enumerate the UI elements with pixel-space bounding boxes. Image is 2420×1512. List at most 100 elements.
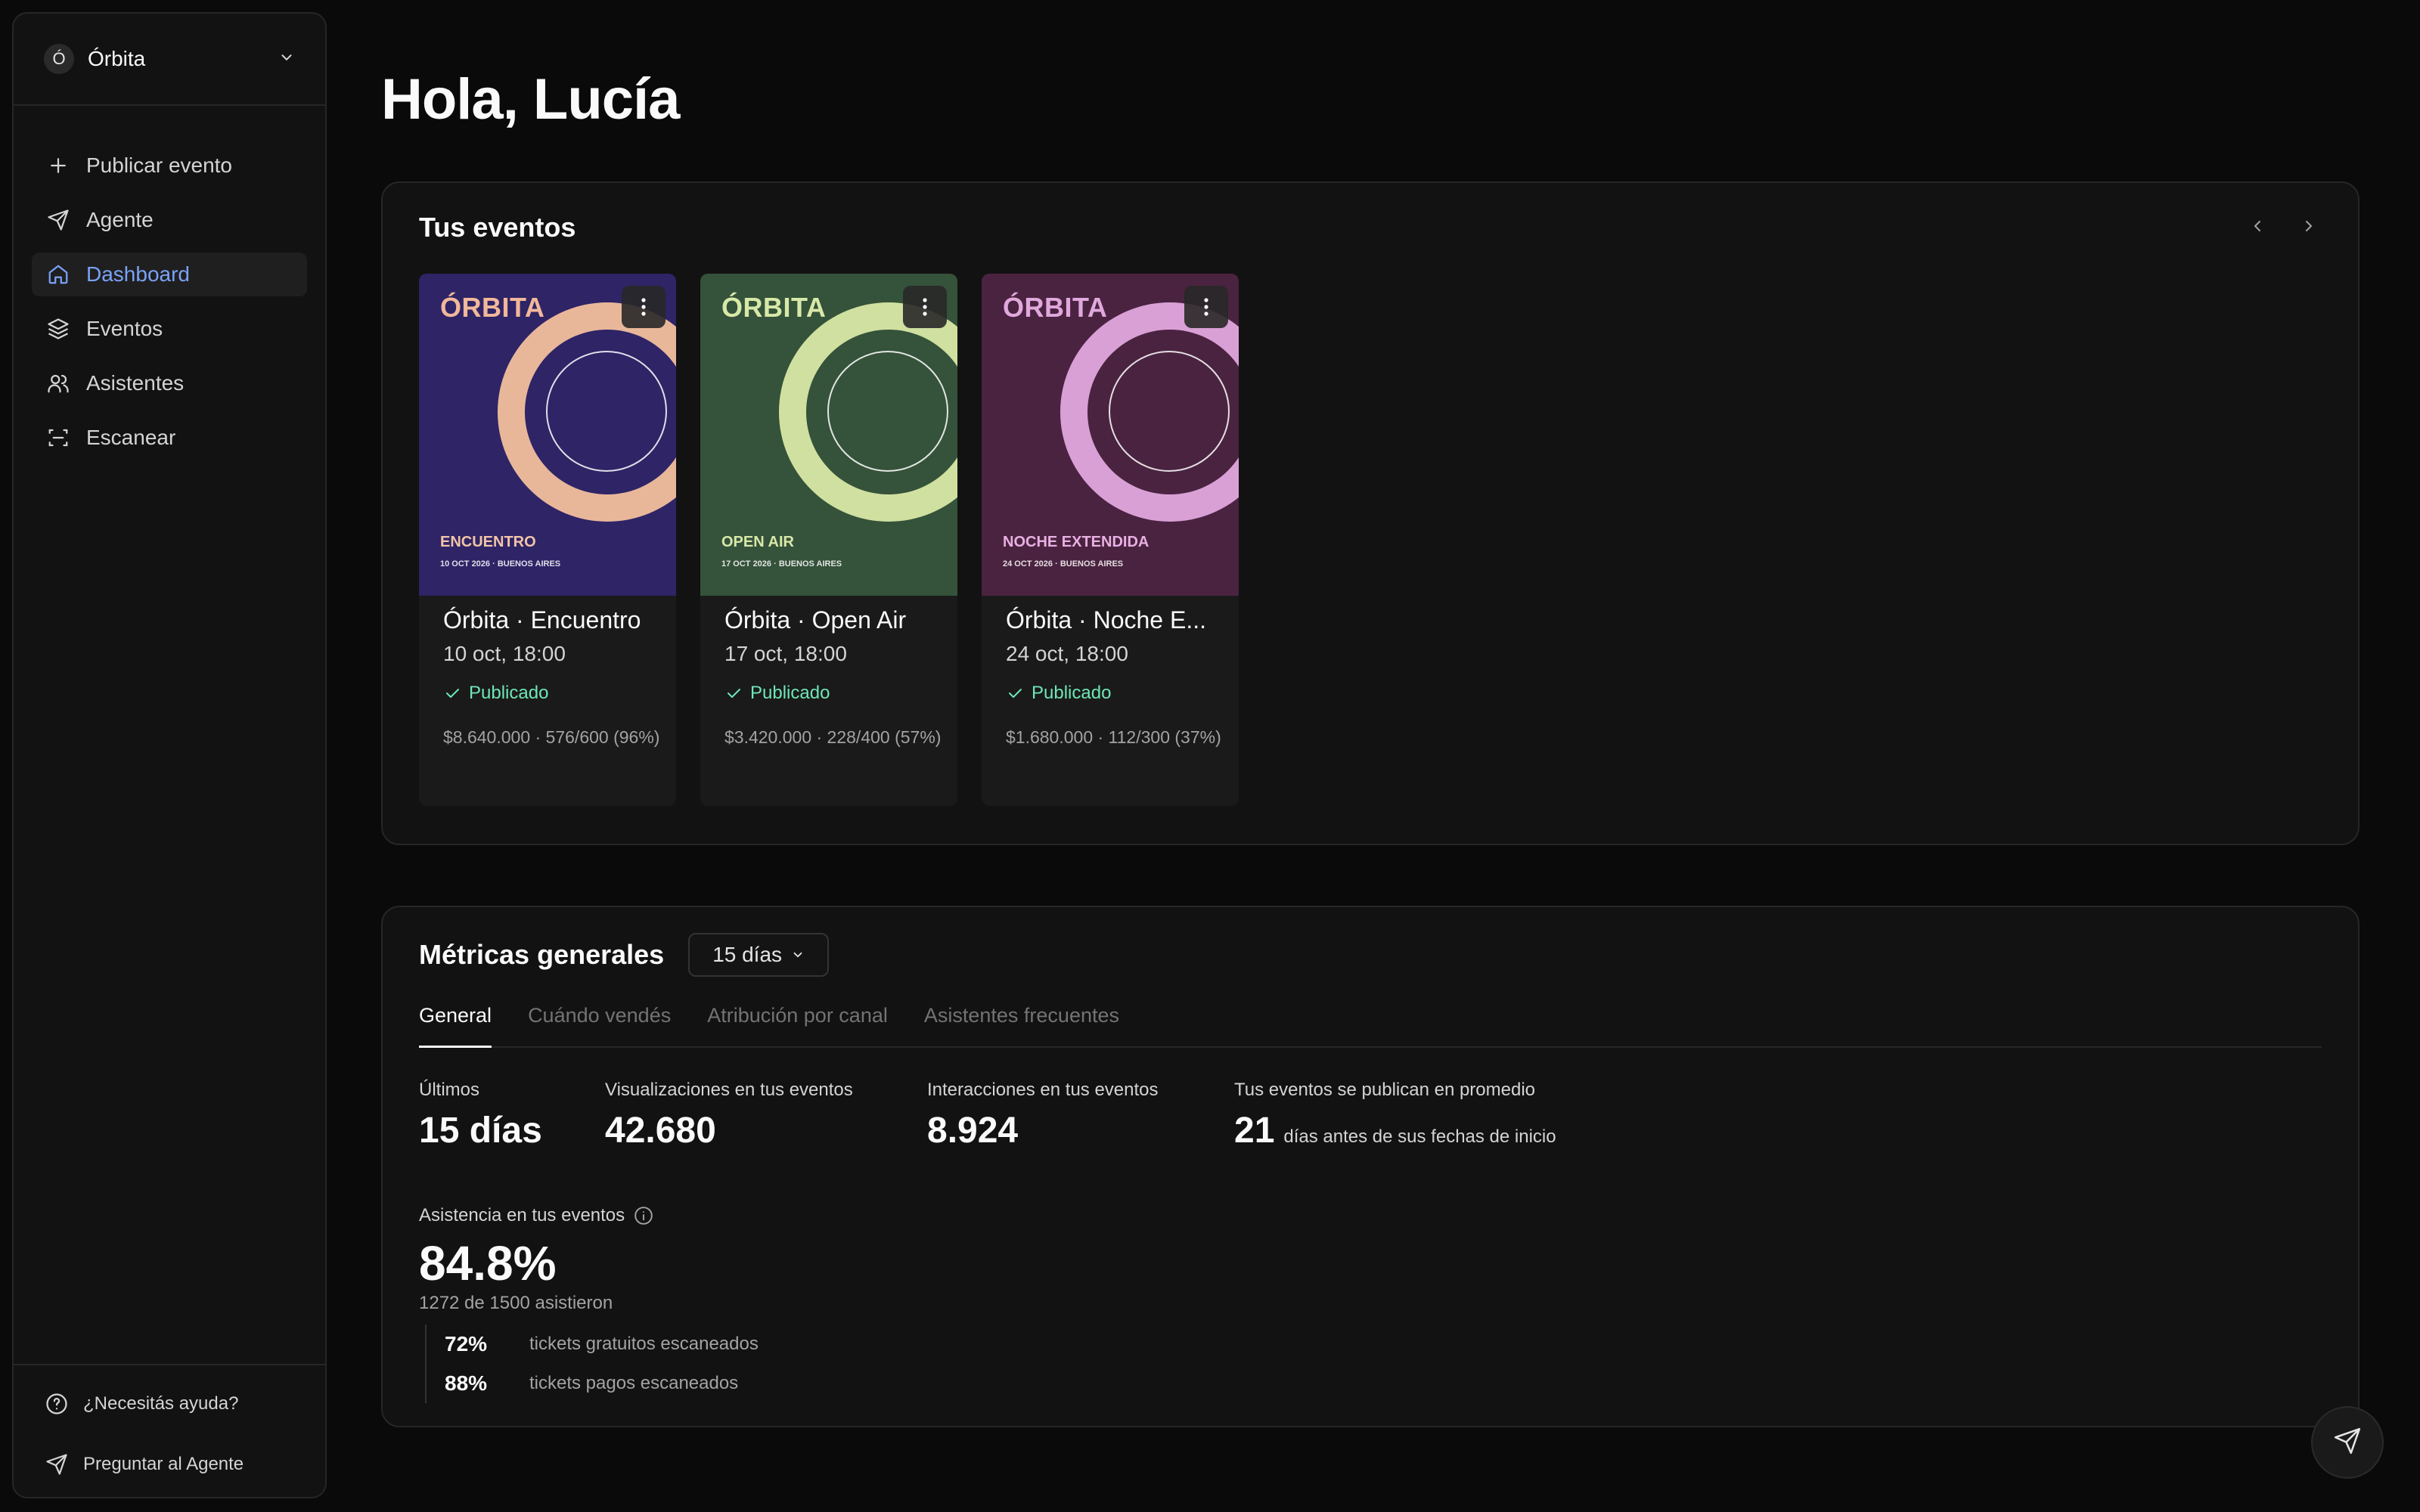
event-date: 17 oct, 18:00 xyxy=(724,642,847,665)
nav-label: Dashboard xyxy=(86,262,190,286)
event-card[interactable]: ÓRBITA ENCUENTRO 10 OCT 2026 · BUENOS AI… xyxy=(419,274,676,806)
nav-label: Asistentes xyxy=(86,371,185,395)
stat-views: Visualizaciones en tus eventos 42.680 xyxy=(605,1080,853,1151)
sidebar-footer: ¿Necesitás ayuda? Preguntar al Agente xyxy=(14,1364,325,1497)
status-badge: Publicado xyxy=(443,683,661,704)
nav-label: Escanear xyxy=(86,426,176,449)
metrics-title: Métricas generales xyxy=(419,939,665,970)
attendance-desc: tickets gratuitos escaneados xyxy=(529,1334,759,1354)
tab-channel-attribution[interactable]: Atribución por canal xyxy=(707,1001,888,1048)
nav-label: Agente xyxy=(86,208,154,231)
agent-fab-button[interactable] xyxy=(2311,1406,2384,1479)
stat-value: 21 días antes de sus fechas de inicio xyxy=(1234,1110,1556,1151)
layers-icon xyxy=(45,316,71,342)
stat-label: Tus eventos se publican en promedio xyxy=(1234,1080,1536,1100)
event-card[interactable]: ÓRBITA NOCHE EXTENDIDA 24 OCT 2026 · BUE… xyxy=(982,274,1239,806)
chevron-right-icon[interactable] xyxy=(2296,213,2322,239)
nav-events[interactable]: Eventos xyxy=(32,307,307,351)
sidebar: Ó Órbita Publicar evento Agente Dashboar… xyxy=(12,12,327,1498)
stat-value: 42.680 xyxy=(605,1111,716,1151)
check-icon xyxy=(443,684,461,702)
poster-brand: ÓRBITA xyxy=(440,292,545,323)
period-value: 15 días xyxy=(712,943,783,966)
status-label: Publicado xyxy=(750,683,830,703)
poster-subtitle: OPEN AIR xyxy=(721,534,794,550)
carousel-nav xyxy=(2245,213,2322,239)
tab-general[interactable]: General xyxy=(419,1001,492,1048)
poster-brand: ÓRBITA xyxy=(721,292,827,323)
events-title: Tus eventos xyxy=(419,212,576,243)
stat-number: 21 xyxy=(1234,1111,1275,1151)
more-options-button[interactable] xyxy=(903,286,947,328)
ask-agent-label: Preguntar al Agente xyxy=(83,1454,244,1474)
metrics-header: Métricas generales 15 días xyxy=(419,933,830,977)
poster-brand: ÓRBITA xyxy=(1003,292,1108,323)
event-stats: $3.420.000 · 228/400 (57%) xyxy=(724,727,942,747)
nav-agent[interactable]: Agente xyxy=(32,198,307,242)
kebab-icon xyxy=(923,298,927,316)
chevron-left-icon[interactable] xyxy=(2245,213,2270,239)
kebab-icon xyxy=(1204,298,1208,316)
check-icon xyxy=(724,684,743,702)
stat-value: 8.924 xyxy=(927,1111,1019,1151)
check-icon xyxy=(1006,684,1024,702)
attendance-value: 84.8% xyxy=(419,1236,557,1290)
main-nav: Publicar evento Agente Dashboard Eventos… xyxy=(32,144,307,470)
event-info: Órbita · Open Air 17 oct, 18:00 Publicad… xyxy=(724,606,942,749)
attendance-pct: 88% xyxy=(445,1371,488,1395)
help-link[interactable]: ¿Necesitás ayuda? xyxy=(32,1382,307,1426)
send-icon xyxy=(44,1452,70,1477)
period-select[interactable]: 15 días xyxy=(688,933,830,977)
poster-subtitle: NOCHE EXTENDIDA xyxy=(1003,534,1150,550)
chevron-down-icon xyxy=(278,49,295,70)
help-label: ¿Necesitás ayuda? xyxy=(83,1393,239,1414)
page-title: Hola, Lucía xyxy=(381,67,680,132)
poster-date: 24 OCT 2026 · BUENOS AIRES xyxy=(1003,559,1124,569)
status-badge: Publicado xyxy=(724,683,942,704)
attendance-row: 72% tickets gratuitos escaneados xyxy=(445,1325,759,1364)
users-icon xyxy=(45,370,71,396)
poster-subtitle: ENCUENTRO xyxy=(440,534,536,550)
plus-icon xyxy=(45,153,71,178)
events-panel: Tus eventos ÓRBITA ENCUENTRO 10 OCT 2026… xyxy=(381,181,2360,845)
nav-publish-event[interactable]: Publicar evento xyxy=(32,144,307,187)
send-icon xyxy=(45,207,71,233)
help-circle-icon xyxy=(44,1391,70,1417)
event-card[interactable]: ÓRBITA OPEN AIR 17 OCT 2026 · BUENOS AIR… xyxy=(700,274,957,806)
event-info: Órbita · Noche E... 24 oct, 18:00 Public… xyxy=(1006,606,1224,749)
status-badge: Publicado xyxy=(1006,683,1224,704)
attendance-breakdown: 72% tickets gratuitos escaneados 88% tic… xyxy=(425,1325,759,1403)
tab-frequent-attendees[interactable]: Asistentes frecuentes xyxy=(924,1001,1119,1048)
ask-agent-link[interactable]: Preguntar al Agente xyxy=(32,1442,307,1486)
chevron-down-icon xyxy=(791,948,805,962)
attendance-sub: 1272 de 1500 asistieron xyxy=(419,1293,613,1313)
nav-label: Publicar evento xyxy=(86,153,233,177)
nav-scan[interactable]: Escanear xyxy=(32,416,307,460)
home-icon xyxy=(45,262,71,287)
stat-label: Últimos xyxy=(419,1080,480,1100)
more-options-button[interactable] xyxy=(622,286,666,328)
org-avatar: Ó xyxy=(44,44,74,74)
tab-when-you-sell[interactable]: Cuándo vendés xyxy=(528,1001,671,1048)
event-info: Órbita · Encuentro 10 oct, 18:00 Publica… xyxy=(443,606,661,749)
event-title: Órbita · Noche E... xyxy=(1006,606,1206,634)
org-switcher[interactable]: Ó Órbita xyxy=(14,14,325,106)
info-icon[interactable] xyxy=(634,1206,653,1225)
attendance-row: 88% tickets pagos escaneados xyxy=(445,1364,759,1403)
stat-suffix: días antes de sus fechas de inicio xyxy=(1283,1126,1556,1147)
nav-label: Eventos xyxy=(86,317,163,340)
attendance-label: Asistencia en tus eventos xyxy=(419,1205,759,1226)
event-title: Órbita · Encuentro xyxy=(443,606,641,634)
event-date: 24 oct, 18:00 xyxy=(1006,642,1128,665)
poster-date: 17 OCT 2026 · BUENOS AIRES xyxy=(721,559,842,569)
scan-icon xyxy=(45,425,71,451)
nav-dashboard[interactable]: Dashboard xyxy=(32,253,307,296)
org-name: Órbita xyxy=(88,47,146,70)
stat-label: Visualizaciones en tus eventos xyxy=(605,1080,853,1100)
more-options-button[interactable] xyxy=(1184,286,1228,328)
attendance-label-text: Asistencia en tus eventos xyxy=(419,1205,625,1225)
nav-attendees[interactable]: Asistentes xyxy=(32,361,307,405)
kebab-icon xyxy=(641,298,646,316)
poster-date: 10 OCT 2026 · BUENOS AIRES xyxy=(440,559,561,569)
stat-value: 15 días xyxy=(419,1111,542,1151)
